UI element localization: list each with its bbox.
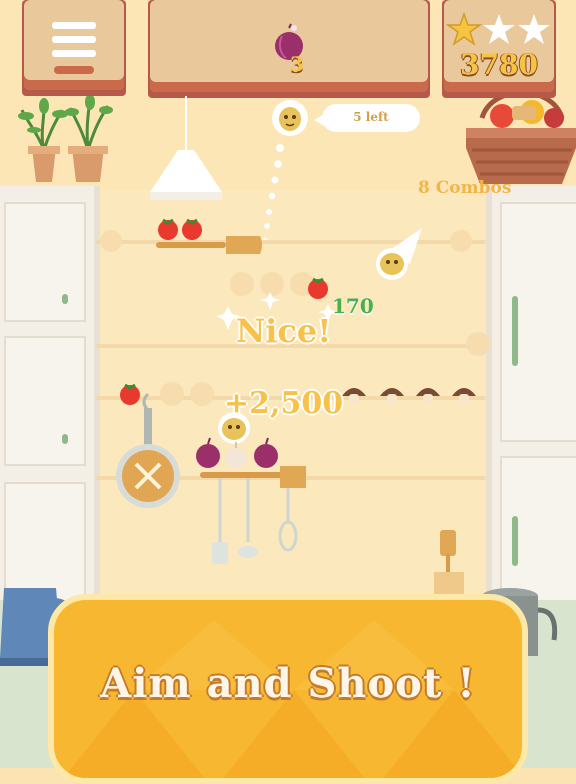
hamburger-menu-icon xyxy=(52,22,96,74)
empty-slot xyxy=(190,382,214,406)
empty-slot xyxy=(100,230,122,252)
score-panel: 3780 xyxy=(444,0,554,92)
mushroom-icon xyxy=(342,388,366,404)
spatula-with-tomatoes xyxy=(156,218,262,254)
left-cabinet xyxy=(0,186,100,626)
shots-left-text: 5 left xyxy=(353,110,389,124)
target-count: 3 xyxy=(290,52,304,76)
mushroom-icon xyxy=(416,388,440,404)
potato-character-icon xyxy=(279,107,301,131)
mushroom-icon xyxy=(380,388,404,404)
mushroom-row xyxy=(342,388,476,404)
vegetable-basket-icon xyxy=(466,90,576,184)
mushroom-icon xyxy=(452,388,476,404)
empty-slot xyxy=(466,332,490,356)
combo-text: 8 Combos xyxy=(418,178,512,198)
nice-text: Nice! xyxy=(236,312,332,350)
pendant-lamp-icon xyxy=(150,96,222,200)
star-filled-icon xyxy=(446,12,483,46)
star-empty-icon xyxy=(483,14,515,44)
flying-potato xyxy=(376,228,422,280)
points-small: 170 xyxy=(332,294,374,318)
target-panel: 3 xyxy=(150,0,428,92)
shooter-ball[interactable] xyxy=(272,100,308,136)
banner-title: Aim and Shoot ! xyxy=(100,660,476,707)
star-rating xyxy=(446,12,550,46)
right-cabinet xyxy=(486,186,576,626)
potted-plants-icon xyxy=(18,94,113,182)
utensil-rack-icon xyxy=(200,466,306,564)
frying-pan-icon xyxy=(116,392,180,508)
score-value: 3780 xyxy=(460,48,538,81)
menu-button[interactable] xyxy=(24,0,124,90)
empty-slot xyxy=(450,230,472,252)
star-empty-icon xyxy=(518,14,550,44)
shots-left-bubble: 5 left xyxy=(314,104,420,132)
